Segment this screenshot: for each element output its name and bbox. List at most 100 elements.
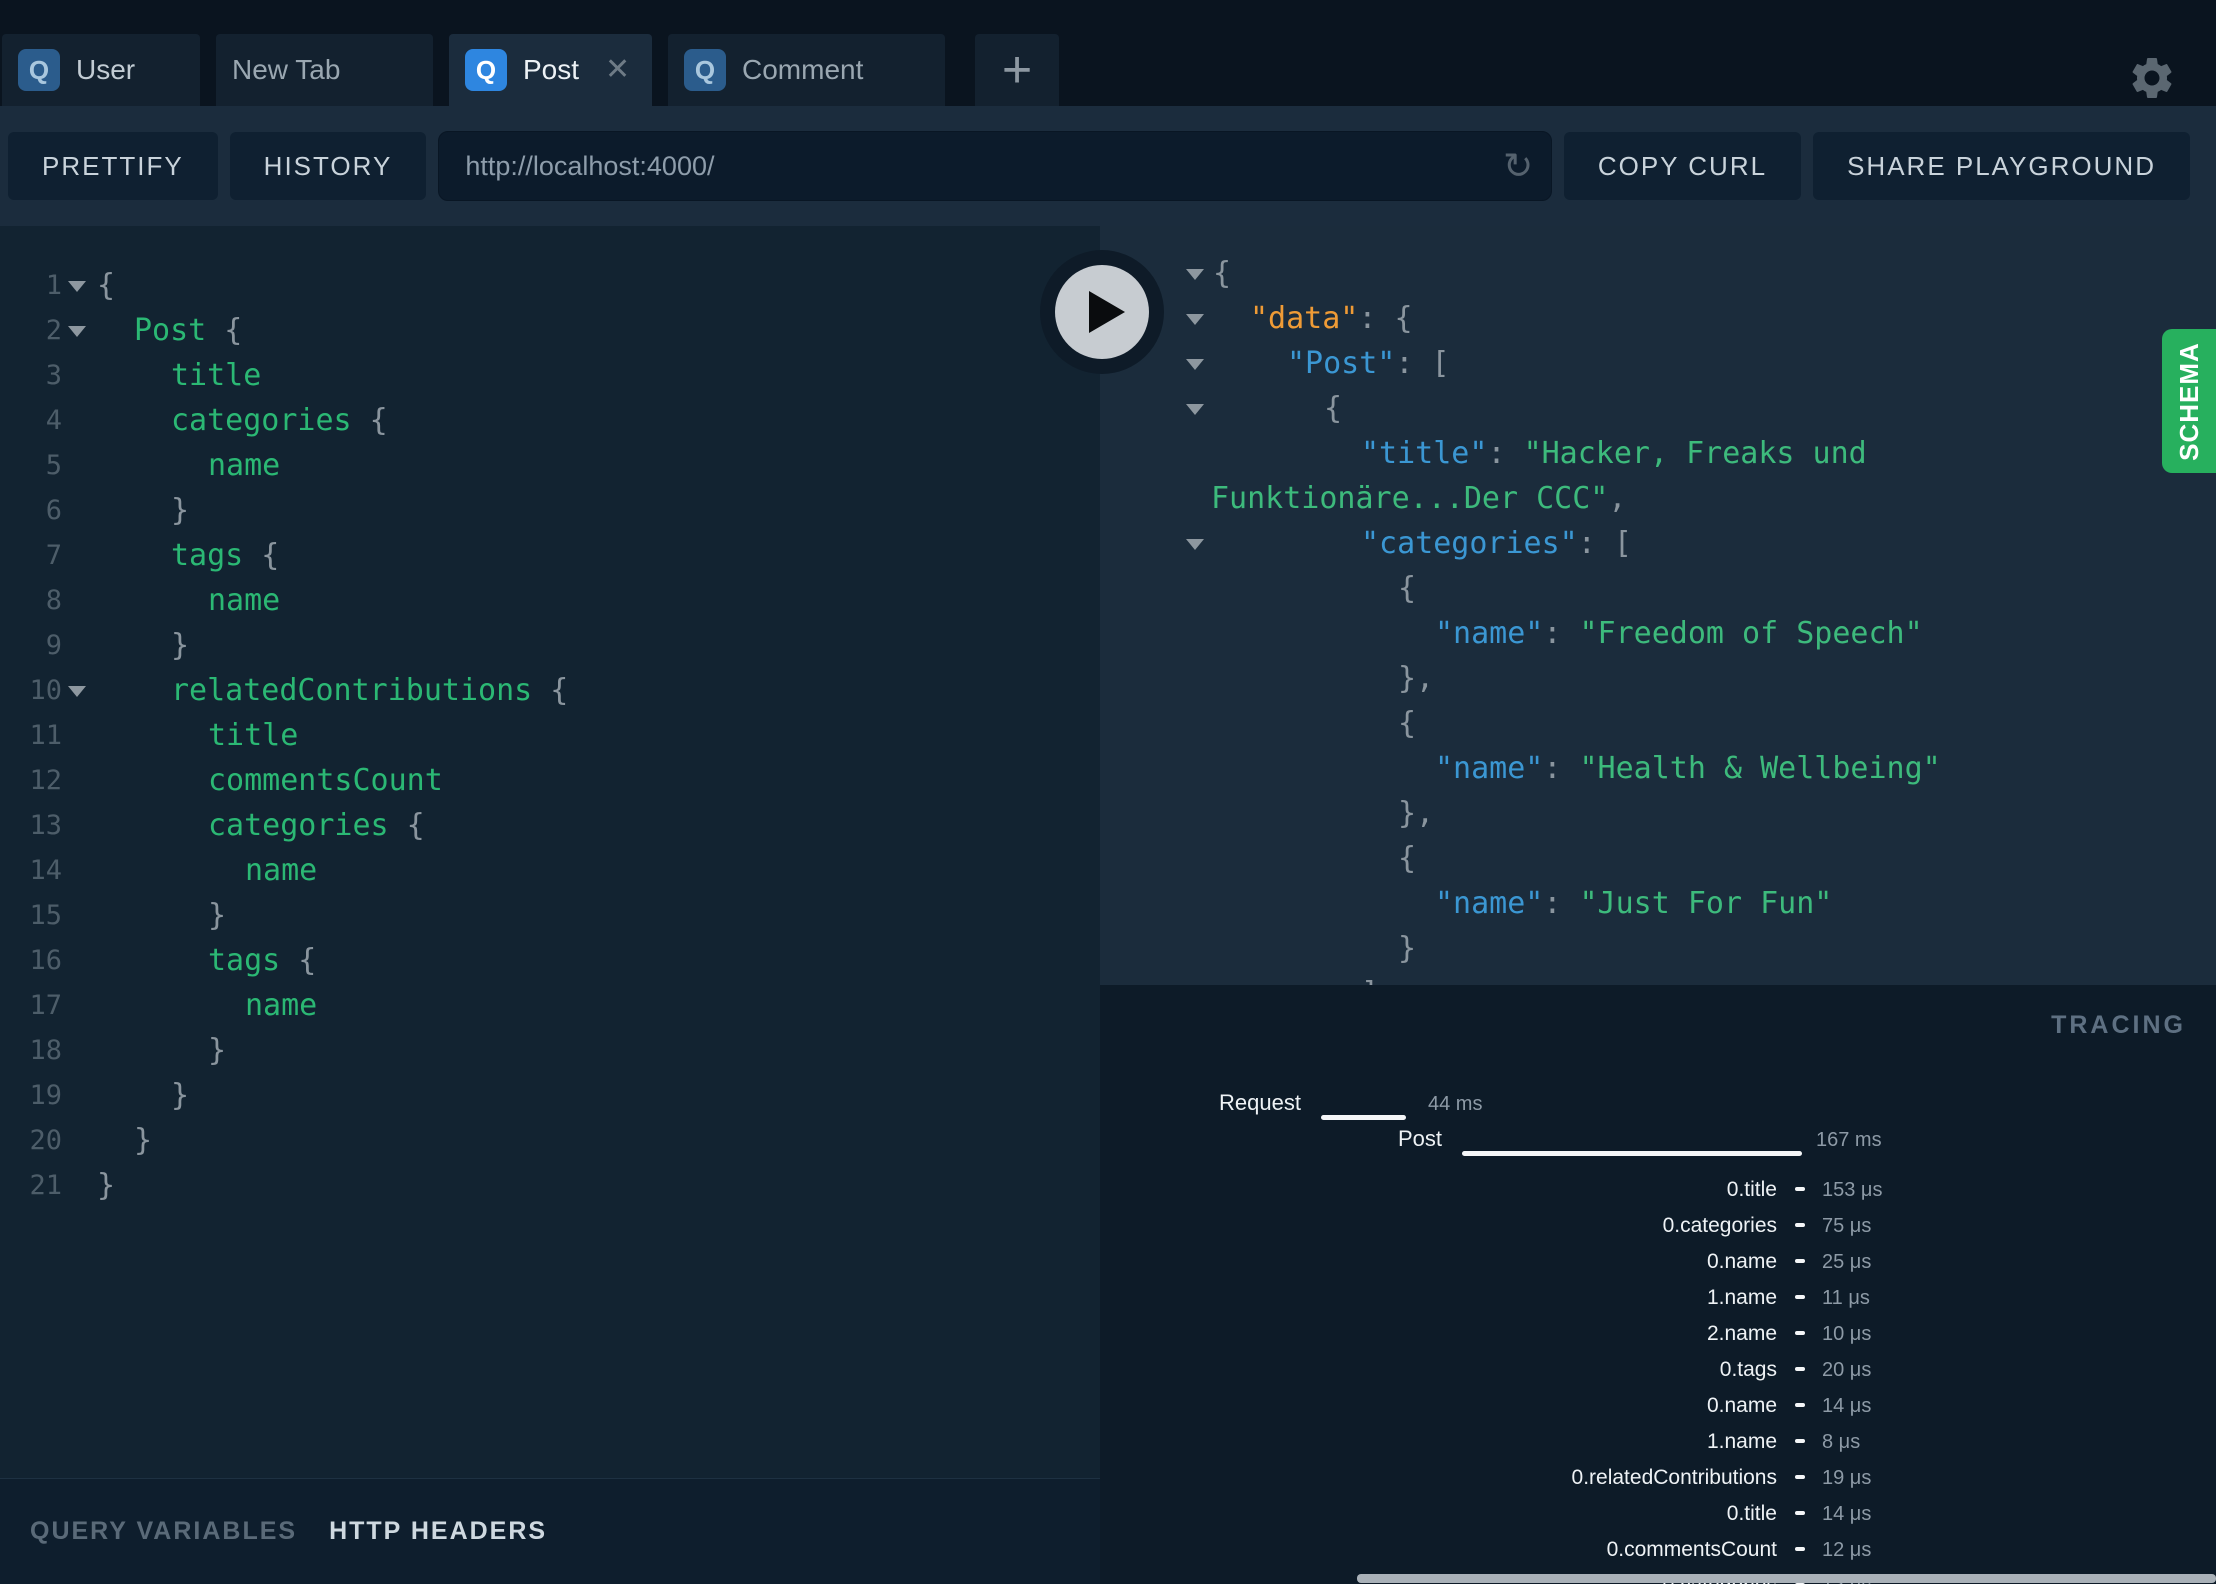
line-number: 2 (45, 315, 62, 346)
tracing-row-time: 11 μs (1822, 1287, 1870, 1309)
query-code-line: 20} (0, 1118, 1100, 1163)
line-number: 17 (29, 990, 62, 1021)
horizontal-scrollbar[interactable] (1357, 1574, 2216, 1583)
close-icon[interactable]: ✕ (605, 55, 630, 85)
tracing-row-time: 14 μs (1822, 1503, 1872, 1525)
response-code-line: } (1398, 931, 1417, 966)
tracing-row-time: 153 μs (1822, 1179, 1883, 1201)
chevron-down-icon[interactable] (1186, 269, 1204, 280)
tracing-panel: TRACING Request 44 ms Post 167 ms 0.titl… (1100, 985, 2216, 1584)
tracing-row-field: 1.name (1706, 1286, 1777, 1309)
response-code-line: Funktionäre...Der CCC", (1211, 481, 1627, 516)
tracing-title: TRACING (2051, 1011, 2186, 1039)
endpoint-url-input[interactable] (439, 149, 1357, 183)
chevron-down-icon[interactable] (68, 686, 86, 697)
history-button[interactable]: HISTORY (229, 132, 427, 200)
response-code-line: "name": "Just For Fun" (1435, 886, 1833, 921)
line-number: 16 (29, 945, 62, 976)
line-number: 19 (29, 1080, 62, 1111)
query-code-line: 18} (0, 1028, 1100, 1073)
execute-query-button[interactable] (1040, 250, 1164, 374)
line-number: 14 (29, 855, 62, 886)
line-number: 18 (29, 1035, 62, 1066)
tracing-row-time: 12 μs (1822, 1539, 1872, 1561)
query-code-line: 15} (0, 893, 1100, 938)
query-code-line: 12 commentsCount (0, 758, 1100, 803)
tracing-row-duration-bar (1795, 1547, 1805, 1551)
line-number: 7 (45, 540, 62, 571)
tracing-row-duration-bar (1795, 1223, 1805, 1227)
line-number: 20 (29, 1125, 62, 1156)
prettify-button[interactable]: PRETTIFY (8, 132, 218, 200)
schema-tab-label: SCHEMA (2173, 341, 2204, 461)
tracing-row-time: 14 μs (1822, 1395, 1872, 1417)
play-button-circle (1055, 265, 1149, 359)
tracing-row-duration-bar (1795, 1439, 1805, 1443)
tab-user[interactable]: Q User (2, 34, 200, 106)
line-number: 13 (29, 810, 62, 841)
line-number: 10 (29, 675, 62, 706)
tracing-row-field: 1.name (1706, 1430, 1777, 1453)
tracing-request-time: 44 ms (1428, 1093, 1483, 1115)
query-code-line: 9} (0, 623, 1100, 668)
query-code-line: 1{ (0, 263, 1100, 308)
tab-label: New Tab (232, 54, 341, 85)
query-code-line: 13 categories { (0, 803, 1100, 848)
tabs-list: Q User New Tab Q Post ✕ Q Comment + (2, 34, 1059, 106)
new-tab-plus-button[interactable]: + (975, 34, 1059, 106)
tab-new-tab[interactable]: New Tab (216, 34, 433, 106)
chevron-down-icon[interactable] (1186, 404, 1204, 415)
tracing-row-duration-bar (1795, 1295, 1805, 1299)
response-code-line: "Post": [ (1100, 341, 2216, 386)
settings-gear-icon[interactable] (2127, 53, 2177, 103)
query-code-line: 14 name (0, 848, 1100, 893)
tab-label: Post (523, 54, 580, 85)
response-code-line: "name": "Freedom of Speech" (1435, 616, 1923, 651)
tracing-row-field: 0.tags (1719, 1358, 1777, 1381)
schema-side-tab[interactable]: SCHEMA (2162, 329, 2216, 473)
query-code-line: 21} (0, 1163, 1100, 1208)
chevron-down-icon[interactable] (1186, 539, 1204, 550)
tracing-row-time: 25 μs (1822, 1251, 1872, 1273)
line-number: 6 (45, 495, 62, 526)
query-badge: Q (18, 49, 60, 91)
tracing-row-time: 20 μs (1822, 1359, 1872, 1381)
response-code-line: }, (1398, 661, 1435, 696)
http-headers-tab[interactable]: HTTP HEADERS (329, 1517, 547, 1546)
query-variables-tab[interactable]: QUERY VARIABLES (30, 1517, 297, 1546)
tab-comment[interactable]: Q Comment (668, 34, 945, 106)
response-code-line: { (1398, 571, 1417, 606)
query-code-line: 10 relatedContributions { (0, 668, 1100, 713)
line-number: 1 (45, 270, 62, 301)
line-number: 4 (45, 405, 62, 436)
endpoint-url-bar: ↺ (438, 131, 1552, 201)
tracing-request-bar (1321, 1115, 1406, 1120)
graphql-playground-window: Q User New Tab Q Post ✕ Q Comment + PRETTIFY HIS… (0, 0, 2216, 1584)
share-playground-button[interactable]: SHARE PLAYGROUND (1813, 132, 2190, 200)
line-number: 12 (29, 765, 62, 796)
chevron-down-icon[interactable] (1186, 359, 1204, 370)
tracing-row-time: 19 μs (1822, 1467, 1872, 1489)
chevron-down-icon[interactable] (68, 326, 86, 337)
tracing-row-field: 0.name (1706, 1250, 1777, 1273)
line-number: 9 (45, 630, 62, 661)
tab-post[interactable]: Q Post ✕ (449, 34, 652, 106)
chevron-down-icon[interactable] (68, 281, 86, 292)
query-code-line: 8 name (0, 578, 1100, 623)
tab-bar: Q User New Tab Q Post ✕ Q Comment + (0, 0, 2216, 106)
response-pane: {"data": {"Post": [{"title": "Hacker, Fr… (1100, 226, 2216, 985)
tracing-row-duration-bar (1795, 1475, 1805, 1479)
line-number: 3 (45, 360, 62, 391)
tab-label: Comment (742, 54, 864, 85)
copy-curl-button[interactable]: COPY CURL (1563, 132, 1802, 200)
tracing-row-field: 0.name (1706, 1394, 1777, 1417)
response-code-line: { (1100, 251, 2216, 296)
query-code-line: 19} (0, 1073, 1100, 1118)
reload-icon[interactable]: ↺ (1503, 146, 1533, 187)
query-code-line: 11 title (0, 713, 1100, 758)
query-editor[interactable]: 1{2 Post {3 title 4 categories {5 name 6} 7 tags… (0, 226, 1100, 1478)
tracing-row-duration-bar (1795, 1367, 1805, 1371)
tracing-post-label: Post (1397, 1126, 1442, 1151)
chevron-down-icon[interactable] (1186, 314, 1204, 325)
tracing-row-time: 8 μs (1822, 1431, 1861, 1453)
